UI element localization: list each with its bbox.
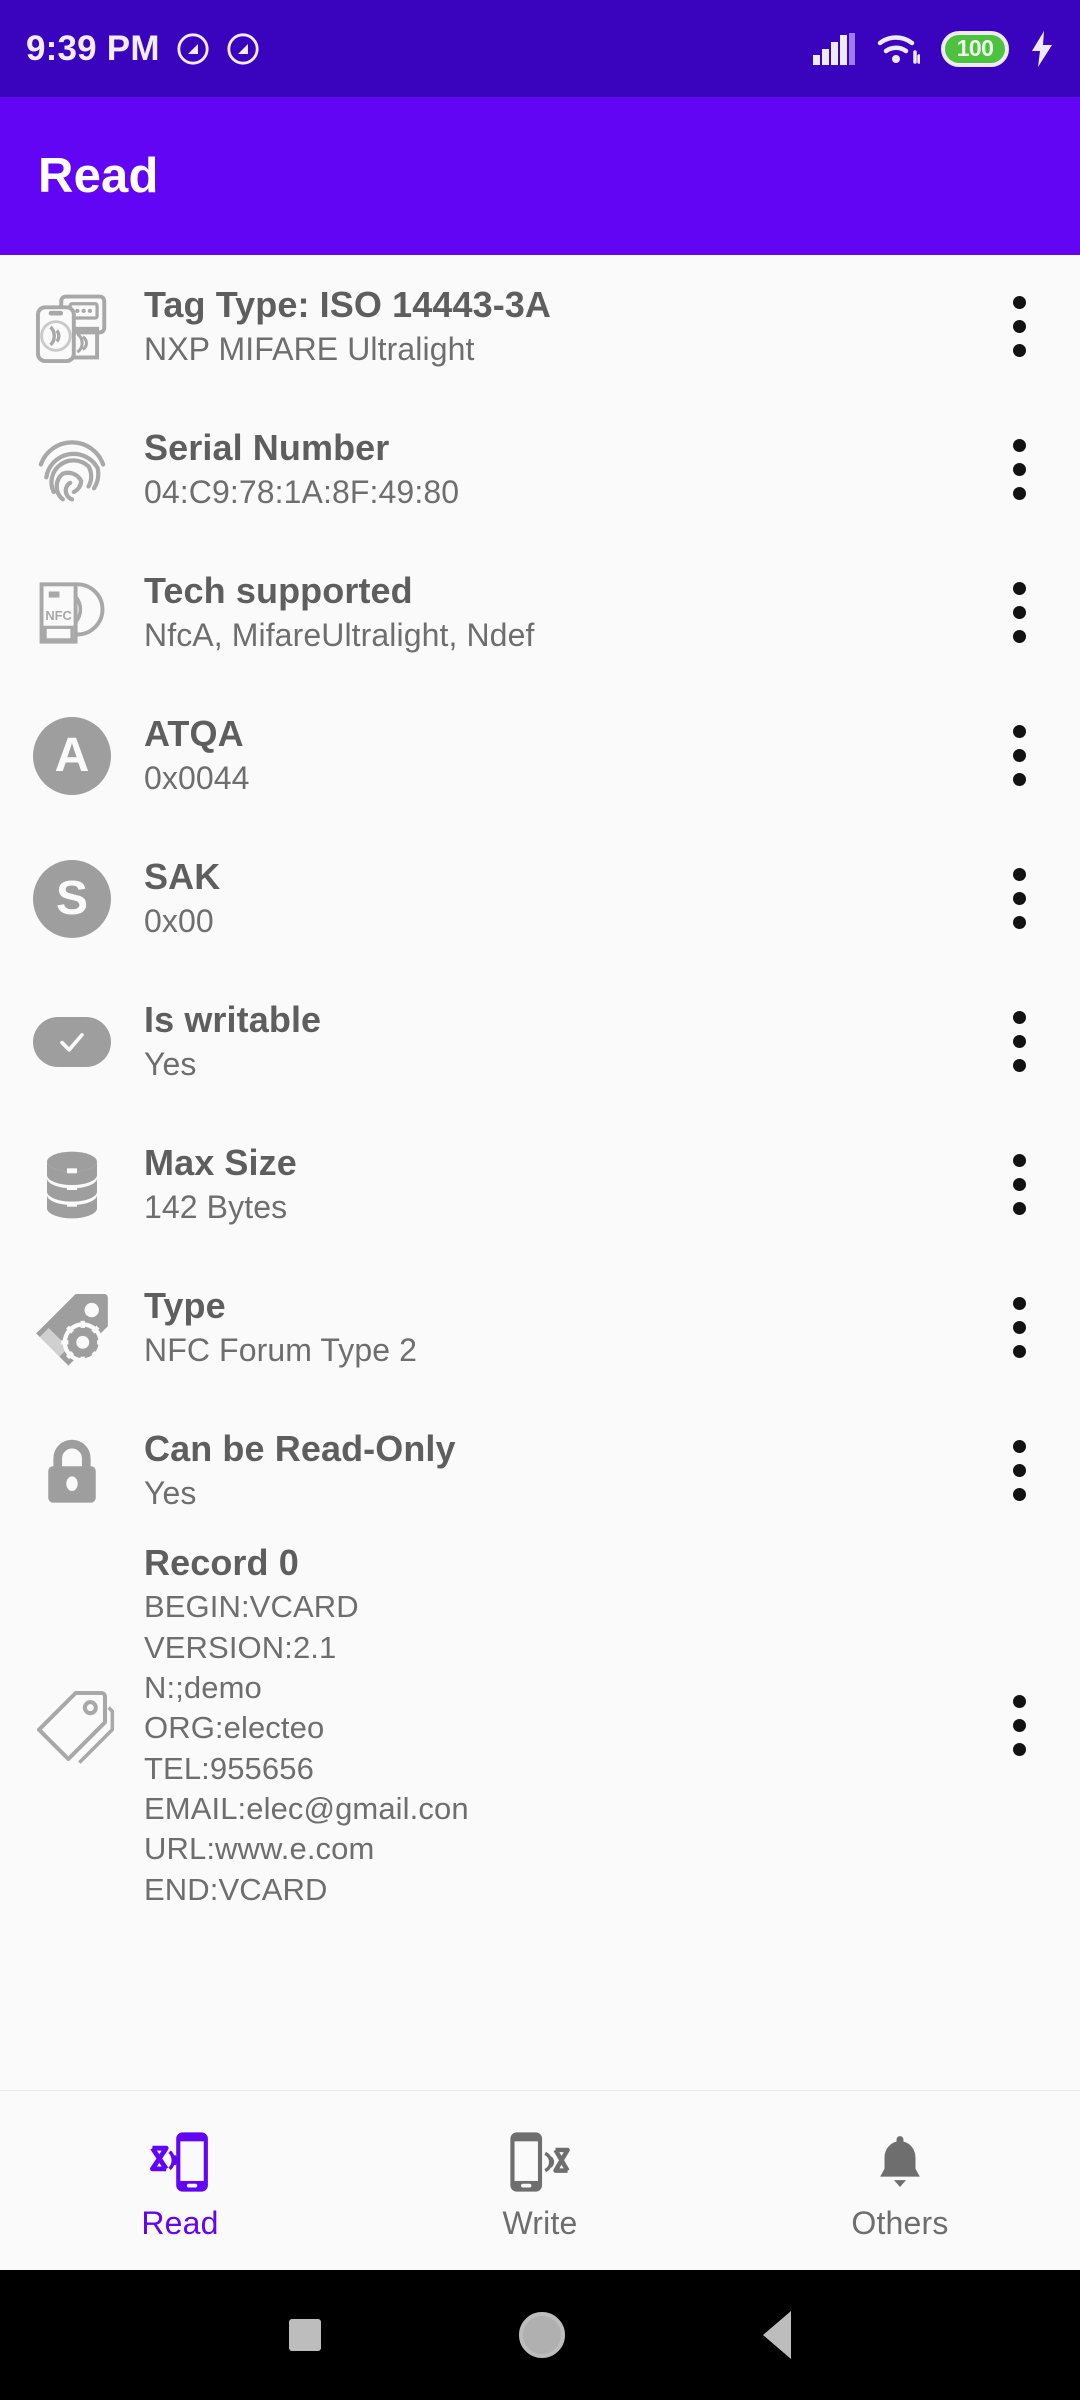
letter-s-avatar: S <box>22 849 122 949</box>
battery-icon: 100 <box>941 30 1009 67</box>
back-triangle-icon[interactable] <box>763 2311 791 2359</box>
database-icon <box>22 1135 122 1235</box>
tab-read[interactable]: Read <box>0 2091 360 2270</box>
status-bar-left: 9:39 PM <box>26 29 260 69</box>
list-item[interactable]: A ATQA 0x0044 <box>0 684 1080 827</box>
list-item-text: SAK 0x00 <box>122 856 990 941</box>
battery-level: 100 <box>956 35 994 61</box>
list-item-title: Type <box>144 1285 226 1327</box>
nfc-write-phone-icon <box>505 2119 575 2193</box>
list-item-subtitle: 04:C9:78:1A:8F:49:80 <box>144 473 460 510</box>
clock: 9:39 PM <box>26 28 160 68</box>
list-item-text: Can be Read-Only Yes <box>122 1428 990 1513</box>
nfc-card-icon: NFC <box>22 563 122 663</box>
kebab-menu-icon[interactable] <box>990 1284 1048 1372</box>
kebab-menu-icon[interactable] <box>990 426 1048 514</box>
checkmark-icon <box>22 992 122 1092</box>
list-item-subtitle: Yes <box>144 1045 197 1082</box>
home-circle-icon[interactable] <box>519 2312 565 2358</box>
list-item[interactable]: Can be Read-Only Yes <box>0 1399 1080 1542</box>
list-item-text: Max Size 142 Bytes <box>122 1142 990 1227</box>
list-item[interactable]: Tag Type: ISO 14443-3A NXP MIFARE Ultral… <box>0 255 1080 398</box>
list-item-title: Record 0 <box>144 1542 299 1583</box>
list-item-text: Type NFC Forum Type 2 <box>122 1285 990 1370</box>
list-item-text: Serial Number 04:C9:78:1A:8F:49:80 <box>122 427 990 512</box>
bottom-navigation: Read Write Others <box>0 2090 1080 2270</box>
list-item-text: Tag Type: ISO 14443-3A NXP MIFARE Ultral… <box>122 284 990 369</box>
kebab-menu-icon[interactable] <box>990 855 1048 943</box>
list-item[interactable]: Is writable Yes <box>0 970 1080 1113</box>
charging-bolt-icon <box>1032 30 1052 67</box>
list-item-title: Serial Number <box>144 427 390 469</box>
tab-read-label: Read <box>141 2205 219 2241</box>
dnd-icon <box>227 32 259 65</box>
lock-icon <box>22 1421 122 1521</box>
list-item-text: Is writable Yes <box>122 999 990 1084</box>
checkbox-chip <box>33 1016 111 1067</box>
recents-square-icon[interactable] <box>289 2319 321 2351</box>
list-item[interactable]: Type NFC Forum Type 2 <box>0 1256 1080 1399</box>
list-item-title: Max Size <box>144 1142 297 1184</box>
tag-gear-icon <box>22 1278 122 1378</box>
list-item-subtitle: 142 Bytes <box>144 1188 288 1225</box>
list-item-title: Tag Type: ISO 14443-3A <box>144 284 552 326</box>
kebab-menu-icon[interactable] <box>990 1141 1048 1229</box>
list-item-title: SAK <box>144 856 221 898</box>
status-bar-right: 100 <box>813 30 1054 67</box>
kebab-menu-icon[interactable] <box>990 1427 1048 1515</box>
nfc-read-phone-icon <box>145 2119 215 2193</box>
kebab-menu-icon[interactable] <box>990 998 1048 1086</box>
android-navigation-bar <box>0 2270 1080 2400</box>
wifi-icon <box>877 34 920 64</box>
letter-a-avatar: A <box>22 706 122 806</box>
list-item-title: Is writable <box>144 999 322 1041</box>
list-item-subtitle: NFC Forum Type 2 <box>144 1331 418 1368</box>
bell-icon <box>869 2119 931 2193</box>
tab-write-label: Write <box>502 2205 578 2241</box>
app-bar: Read <box>0 97 1080 255</box>
phone-screen: 9:39 PM 100 Read Tag Type: ISO 14443-3A … <box>0 0 1080 2400</box>
tag-info-list[interactable]: Tag Type: ISO 14443-3A NXP MIFARE Ultral… <box>0 255 1080 2090</box>
avatar: A <box>33 716 111 795</box>
kebab-menu-icon[interactable] <box>990 712 1048 800</box>
list-item-text: Record 0 BEGIN:VCARD VERSION:2.1 N:;demo… <box>122 1542 990 1910</box>
list-item-text: ATQA 0x0044 <box>122 713 990 798</box>
list-item[interactable]: S SAK 0x00 <box>0 827 1080 970</box>
kebab-menu-icon[interactable] <box>990 283 1048 371</box>
list-item-subtitle: BEGIN:VCARD VERSION:2.1 N:;demo ORG:elec… <box>144 1589 469 1907</box>
list-item[interactable]: Record 0 BEGIN:VCARD VERSION:2.1 N:;demo… <box>0 1542 1080 1910</box>
status-bar: 9:39 PM 100 <box>0 0 1080 97</box>
list-item-subtitle: 0x00 <box>144 902 214 939</box>
list-item-title: Tech supported <box>144 570 413 612</box>
tab-others-label: Others <box>851 2205 949 2241</box>
avatar: S <box>33 859 111 938</box>
list-item-text: Tech supported NfcA, MifareUltralight, N… <box>122 570 990 655</box>
avatar-letter: S <box>55 871 88 925</box>
check-glyph <box>60 1032 84 1052</box>
page-title: Read <box>38 149 159 203</box>
kebab-menu-icon[interactable] <box>990 569 1048 657</box>
list-item-subtitle: NXP MIFARE Ultralight <box>144 330 475 367</box>
list-item[interactable]: NFC Tech supported NfcA, MifareUltraligh… <box>0 541 1080 684</box>
avatar-letter: A <box>54 728 90 782</box>
list-item-subtitle: Yes <box>144 1474 197 1511</box>
dnd-icon <box>177 32 209 65</box>
list-item-title: ATQA <box>144 713 244 755</box>
nfc-payment-icon <box>22 277 122 377</box>
tag-icon <box>22 1676 122 1776</box>
list-item-subtitle: 0x0044 <box>144 759 250 796</box>
tab-others[interactable]: Others <box>720 2091 1080 2270</box>
list-item-title: Can be Read-Only <box>144 1428 456 1470</box>
kebab-menu-icon[interactable] <box>990 1682 1048 1770</box>
list-item[interactable]: Serial Number 04:C9:78:1A:8F:49:80 <box>0 398 1080 541</box>
signal-icon <box>813 32 855 65</box>
list-item-subtitle: NfcA, MifareUltralight, Ndef <box>144 616 535 653</box>
fingerprint-icon <box>22 420 122 520</box>
tab-write[interactable]: Write <box>360 2091 720 2270</box>
svg-text:NFC: NFC <box>45 608 72 623</box>
list-item[interactable]: Max Size 142 Bytes <box>0 1113 1080 1256</box>
